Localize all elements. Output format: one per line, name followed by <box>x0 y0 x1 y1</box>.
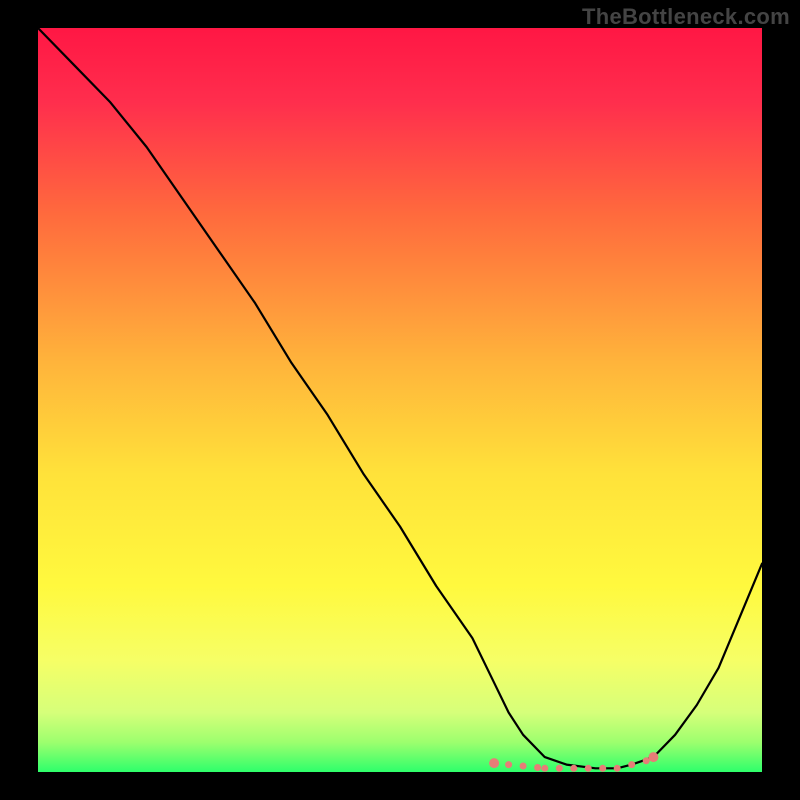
valley-dot <box>648 752 658 762</box>
plot-background <box>38 28 762 772</box>
valley-dot <box>628 761 635 768</box>
valley-dot <box>556 765 563 772</box>
valley-dot <box>585 765 592 772</box>
valley-dot <box>505 761 512 768</box>
bottleneck-chart-svg <box>0 0 800 800</box>
chart-stage: TheBottleneck.com <box>0 0 800 800</box>
valley-dot <box>534 764 541 771</box>
valley-dot <box>570 765 577 772</box>
valley-dot <box>614 765 621 772</box>
watermark-label: TheBottleneck.com <box>582 4 790 30</box>
valley-dot <box>599 765 606 772</box>
valley-dot <box>489 758 499 768</box>
valley-dot <box>541 765 548 772</box>
valley-dot <box>520 763 527 770</box>
